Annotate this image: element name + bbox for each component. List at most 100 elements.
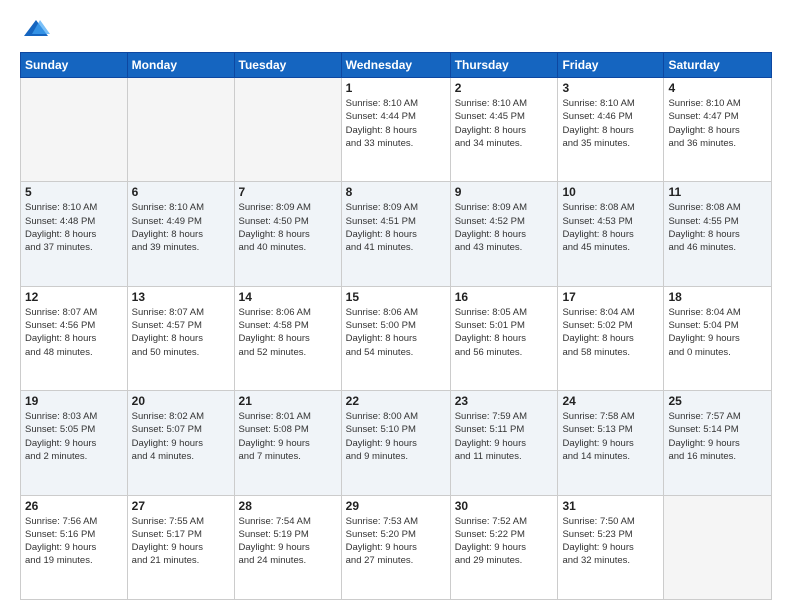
day-info: Sunrise: 8:09 AM Sunset: 4:52 PM Dayligh… xyxy=(455,201,554,254)
calendar-cell xyxy=(234,78,341,182)
weekday-header-tuesday: Tuesday xyxy=(234,53,341,78)
calendar-header-row: SundayMondayTuesdayWednesdayThursdayFrid… xyxy=(21,53,772,78)
day-info: Sunrise: 7:54 AM Sunset: 5:19 PM Dayligh… xyxy=(239,515,337,568)
day-number: 14 xyxy=(239,290,337,304)
calendar-cell: 1 Sunrise: 8:10 AM Sunset: 4:44 PM Daylig… xyxy=(341,78,450,182)
day-number: 22 xyxy=(346,394,446,408)
day-number: 26 xyxy=(25,499,123,513)
calendar-cell: 2Sunrise: 8:10 AM Sunset: 4:45 PM Daylig… xyxy=(450,78,558,182)
weekday-header-wednesday: Wednesday xyxy=(341,53,450,78)
calendar-cell: 24Sunrise: 7:58 AM Sunset: 5:13 PM Dayli… xyxy=(558,391,664,495)
day-number: 2 xyxy=(455,81,554,95)
day-info: Sunrise: 8:10 AM Sunset: 4:44 PM Dayligh… xyxy=(346,97,446,150)
weekday-header-saturday: Saturday xyxy=(664,53,772,78)
weekday-header-thursday: Thursday xyxy=(450,53,558,78)
calendar-cell: 30 Sunrise: 7:52 AM Sunset: 5:22 PM Dayli… xyxy=(450,495,558,599)
day-number: 4 xyxy=(668,81,767,95)
day-number: 8 xyxy=(346,185,446,199)
calendar-cell: 6Sunrise: 8:10 AM Sunset: 4:49 PM Daylig… xyxy=(127,182,234,286)
calendar-cell xyxy=(664,495,772,599)
day-number: 5 xyxy=(25,185,123,199)
calendar-cell: 7 Sunrise: 8:09 AM Sunset: 4:50 PM Daylig… xyxy=(234,182,341,286)
weekday-header-friday: Friday xyxy=(558,53,664,78)
calendar-cell: 14 Sunrise: 8:06 AM Sunset: 4:58 PM Dayli… xyxy=(234,286,341,390)
calendar-cell: 18 Sunrise: 8:04 AM Sunset: 5:04 PM Dayli… xyxy=(664,286,772,390)
day-number: 23 xyxy=(455,394,554,408)
calendar-cell: 21 Sunrise: 8:01 AM Sunset: 5:08 PM Dayli… xyxy=(234,391,341,495)
day-info: Sunrise: 8:03 AM Sunset: 5:05 PM Dayligh… xyxy=(25,410,123,463)
calendar-week-row: 12 Sunrise: 8:07 AM Sunset: 4:56 PM Dayli… xyxy=(21,286,772,390)
calendar-cell: 5 Sunrise: 8:10 AM Sunset: 4:48 PM Daylig… xyxy=(21,182,128,286)
header xyxy=(20,16,772,44)
calendar-week-row: 19 Sunrise: 8:03 AM Sunset: 5:05 PM Dayli… xyxy=(21,391,772,495)
day-info: Sunrise: 8:04 AM Sunset: 5:02 PM Dayligh… xyxy=(562,306,659,359)
calendar-cell: 8 Sunrise: 8:09 AM Sunset: 4:51 PM Daylig… xyxy=(341,182,450,286)
calendar-cell: 11 Sunrise: 8:08 AM Sunset: 4:55 PM Dayli… xyxy=(664,182,772,286)
calendar-cell: 23 Sunrise: 7:59 AM Sunset: 5:11 PM Dayli… xyxy=(450,391,558,495)
day-info: Sunrise: 7:59 AM Sunset: 5:11 PM Dayligh… xyxy=(455,410,554,463)
calendar-week-row: 26Sunrise: 7:56 AM Sunset: 5:16 PM Dayli… xyxy=(21,495,772,599)
calendar-cell: 20Sunrise: 8:02 AM Sunset: 5:07 PM Dayli… xyxy=(127,391,234,495)
weekday-header-monday: Monday xyxy=(127,53,234,78)
day-info: Sunrise: 8:10 AM Sunset: 4:48 PM Dayligh… xyxy=(25,201,123,254)
day-number: 30 xyxy=(455,499,554,513)
day-info: Sunrise: 7:53 AM Sunset: 5:20 PM Dayligh… xyxy=(346,515,446,568)
calendar-cell: 22 Sunrise: 8:00 AM Sunset: 5:10 PM Dayli… xyxy=(341,391,450,495)
calendar-cell: 19 Sunrise: 8:03 AM Sunset: 5:05 PM Dayli… xyxy=(21,391,128,495)
day-info: Sunrise: 8:02 AM Sunset: 5:07 PM Dayligh… xyxy=(132,410,230,463)
calendar-week-row: 5 Sunrise: 8:10 AM Sunset: 4:48 PM Daylig… xyxy=(21,182,772,286)
day-number: 21 xyxy=(239,394,337,408)
logo xyxy=(20,16,50,44)
day-number: 12 xyxy=(25,290,123,304)
calendar-cell: 15 Sunrise: 8:06 AM Sunset: 5:00 PM Dayli… xyxy=(341,286,450,390)
day-number: 31 xyxy=(562,499,659,513)
day-info: Sunrise: 8:10 AM Sunset: 4:46 PM Dayligh… xyxy=(562,97,659,150)
day-number: 1 xyxy=(346,81,446,95)
day-number: 9 xyxy=(455,185,554,199)
day-info: Sunrise: 8:01 AM Sunset: 5:08 PM Dayligh… xyxy=(239,410,337,463)
day-number: 3 xyxy=(562,81,659,95)
day-info: Sunrise: 7:55 AM Sunset: 5:17 PM Dayligh… xyxy=(132,515,230,568)
day-info: Sunrise: 7:50 AM Sunset: 5:23 PM Dayligh… xyxy=(562,515,659,568)
day-info: Sunrise: 8:07 AM Sunset: 4:57 PM Dayligh… xyxy=(132,306,230,359)
calendar-table: SundayMondayTuesdayWednesdayThursdayFrid… xyxy=(20,52,772,600)
calendar-cell: 31 Sunrise: 7:50 AM Sunset: 5:23 PM Dayli… xyxy=(558,495,664,599)
day-info: Sunrise: 7:52 AM Sunset: 5:22 PM Dayligh… xyxy=(455,515,554,568)
day-info: Sunrise: 8:00 AM Sunset: 5:10 PM Dayligh… xyxy=(346,410,446,463)
calendar-cell: 16Sunrise: 8:05 AM Sunset: 5:01 PM Dayli… xyxy=(450,286,558,390)
calendar-cell: 10Sunrise: 8:08 AM Sunset: 4:53 PM Dayli… xyxy=(558,182,664,286)
day-number: 13 xyxy=(132,290,230,304)
day-info: Sunrise: 8:06 AM Sunset: 4:58 PM Dayligh… xyxy=(239,306,337,359)
calendar-cell: 17 Sunrise: 8:04 AM Sunset: 5:02 PM Dayli… xyxy=(558,286,664,390)
day-info: Sunrise: 8:06 AM Sunset: 5:00 PM Dayligh… xyxy=(346,306,446,359)
day-info: Sunrise: 8:09 AM Sunset: 4:50 PM Dayligh… xyxy=(239,201,337,254)
calendar-cell: 29 Sunrise: 7:53 AM Sunset: 5:20 PM Dayli… xyxy=(341,495,450,599)
calendar-cell: 27Sunrise: 7:55 AM Sunset: 5:17 PM Dayli… xyxy=(127,495,234,599)
day-number: 18 xyxy=(668,290,767,304)
calendar-week-row: 1 Sunrise: 8:10 AM Sunset: 4:44 PM Daylig… xyxy=(21,78,772,182)
day-info: Sunrise: 8:07 AM Sunset: 4:56 PM Dayligh… xyxy=(25,306,123,359)
day-info: Sunrise: 7:57 AM Sunset: 5:14 PM Dayligh… xyxy=(668,410,767,463)
day-number: 25 xyxy=(668,394,767,408)
day-number: 6 xyxy=(132,185,230,199)
day-number: 29 xyxy=(346,499,446,513)
day-number: 28 xyxy=(239,499,337,513)
calendar-cell xyxy=(127,78,234,182)
calendar-cell: 4Sunrise: 8:10 AM Sunset: 4:47 PM Daylig… xyxy=(664,78,772,182)
day-number: 15 xyxy=(346,290,446,304)
day-number: 7 xyxy=(239,185,337,199)
day-number: 17 xyxy=(562,290,659,304)
weekday-header-sunday: Sunday xyxy=(21,53,128,78)
calendar-cell: 9 Sunrise: 8:09 AM Sunset: 4:52 PM Daylig… xyxy=(450,182,558,286)
day-number: 16 xyxy=(455,290,554,304)
day-number: 11 xyxy=(668,185,767,199)
calendar-cell: 3 Sunrise: 8:10 AM Sunset: 4:46 PM Daylig… xyxy=(558,78,664,182)
day-info: Sunrise: 8:08 AM Sunset: 4:53 PM Dayligh… xyxy=(562,201,659,254)
day-number: 19 xyxy=(25,394,123,408)
day-info: Sunrise: 8:04 AM Sunset: 5:04 PM Dayligh… xyxy=(668,306,767,359)
calendar-cell xyxy=(21,78,128,182)
calendar-cell: 25 Sunrise: 7:57 AM Sunset: 5:14 PM Dayli… xyxy=(664,391,772,495)
day-info: Sunrise: 8:09 AM Sunset: 4:51 PM Dayligh… xyxy=(346,201,446,254)
calendar-cell: 28 Sunrise: 7:54 AM Sunset: 5:19 PM Dayli… xyxy=(234,495,341,599)
day-info: Sunrise: 8:08 AM Sunset: 4:55 PM Dayligh… xyxy=(668,201,767,254)
